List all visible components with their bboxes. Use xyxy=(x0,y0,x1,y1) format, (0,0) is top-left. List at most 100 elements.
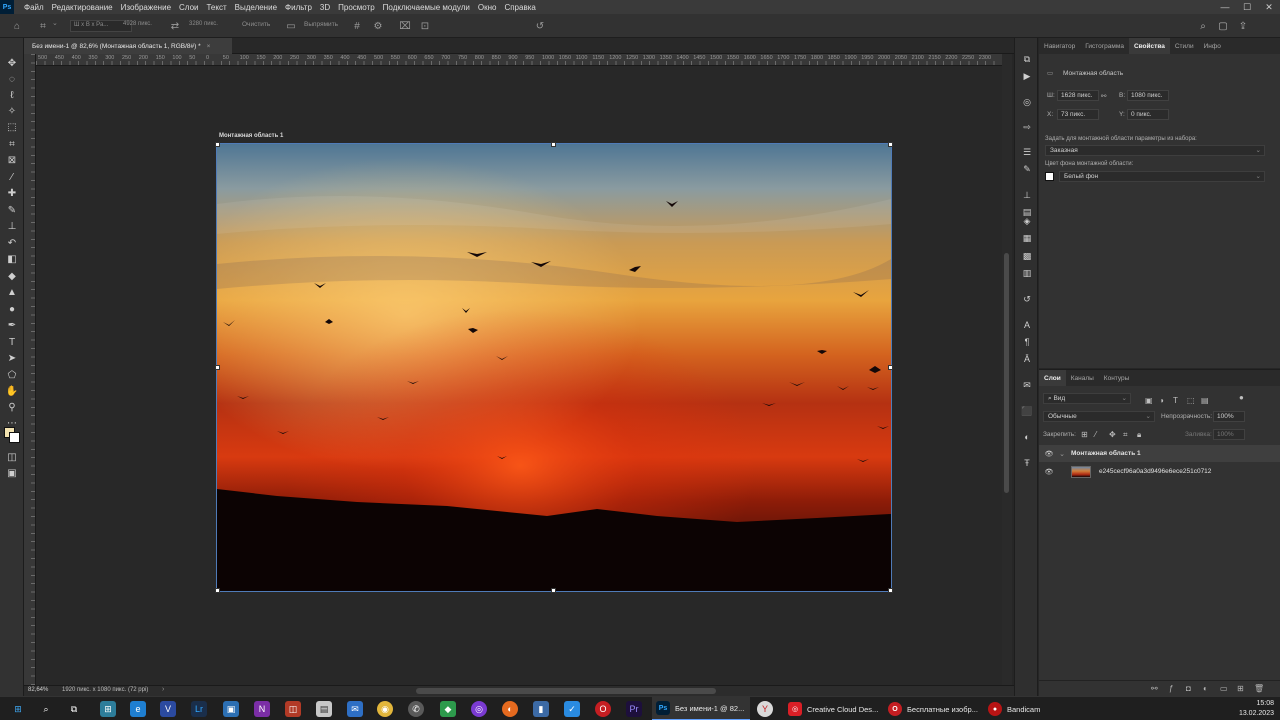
screen-mode-icon[interactable]: ▣ xyxy=(4,466,20,480)
new-group-icon[interactable]: ▭ xyxy=(1220,684,1228,693)
menu-image[interactable]: Изображение xyxy=(117,3,175,12)
delete-layer-icon[interactable]: 🗑︎ xyxy=(1254,684,1264,693)
clear-button[interactable]: Очистить xyxy=(238,20,274,32)
tab-layers[interactable]: Слои xyxy=(1039,370,1066,386)
straighten-icon[interactable]: ▭ xyxy=(284,19,298,33)
link-icon[interactable]: ⚯ xyxy=(1101,92,1106,100)
type-tool-icon[interactable]: T xyxy=(4,335,20,349)
menu-view[interactable]: Просмотр xyxy=(334,3,379,12)
pen-tool-icon[interactable]: ✒ xyxy=(4,318,20,332)
clone-source-icon[interactable]: ⊥ xyxy=(1019,188,1035,202)
onenote-icon[interactable]: N xyxy=(254,701,270,717)
libraries-icon[interactable]: ⧉ xyxy=(1019,52,1035,66)
play-action-icon[interactable]: ▶ xyxy=(1019,69,1035,83)
menu-text[interactable]: Текст xyxy=(202,3,230,12)
visibility-eye-icon[interactable]: 👁︎ xyxy=(1041,450,1057,458)
filter-toggle-icon[interactable]: ● xyxy=(1239,393,1244,402)
mail-icon[interactable]: ✉ xyxy=(347,701,363,717)
layer-row[interactable]: 👁︎ e245cecf96a0a3d9496e6ece251c0712 xyxy=(1039,463,1280,480)
zoom-tool-icon[interactable]: ⚲ xyxy=(4,400,20,414)
lightroom-icon[interactable]: Lr xyxy=(191,701,207,717)
delete-cropped-icon[interactable]: ⌧ xyxy=(398,19,412,33)
menu-3d[interactable]: 3D xyxy=(316,3,334,12)
window-app-icon[interactable]: ▣ xyxy=(223,701,239,717)
3d-icon[interactable]: ◈ xyxy=(1019,214,1035,228)
firefox-icon[interactable]: ◐ xyxy=(502,701,518,717)
brush-tool-icon[interactable]: ✎ xyxy=(4,203,20,217)
lock-transparent-icon[interactable]: ⊞ xyxy=(1081,430,1088,439)
document-tab[interactable]: Без имени-1 @ 82,6% (Монтажная область 1… xyxy=(24,38,232,54)
lock-artboard-icon[interactable]: ⌗ xyxy=(1123,430,1128,440)
quick-mask-icon[interactable]: ◫ xyxy=(4,450,20,464)
task-view-icon[interactable]: ⧉ xyxy=(66,701,82,717)
share-icon[interactable]: ⇪ xyxy=(1236,19,1250,33)
crop-icon[interactable]: ⌗ xyxy=(36,19,50,33)
lock-position-icon[interactable]: ✥ xyxy=(1109,430,1116,439)
move-tool-icon[interactable]: ✥ xyxy=(4,56,20,70)
magic-wand-icon[interactable]: ✧ xyxy=(4,104,20,118)
windows-app-icon[interactable]: ⊞ xyxy=(100,701,116,717)
menu-select[interactable]: Выделение xyxy=(231,3,281,12)
lock-all-icon[interactable]: 🔒︎ xyxy=(1137,430,1141,440)
system-clock[interactable]: 15:08 13.02.2023 xyxy=(1239,699,1274,719)
tab-navigator[interactable]: Навигатор xyxy=(1039,38,1080,54)
artboard-x-input[interactable]: 73 пикс. xyxy=(1057,109,1099,120)
history-brush-icon[interactable]: ↶ xyxy=(4,236,20,250)
close-window-button[interactable]: ✕ xyxy=(1258,0,1280,14)
menu-window[interactable]: Окно xyxy=(474,3,501,12)
search-icon[interactable]: ⌕ xyxy=(1196,19,1210,33)
menu-edit[interactable]: Редактирование xyxy=(48,3,117,12)
v-app-icon[interactable]: V xyxy=(160,701,176,717)
notes-icon[interactable]: ✉ xyxy=(1019,378,1035,392)
eyedropper-icon[interactable]: ⁄ xyxy=(4,170,20,184)
stamp-tool-icon[interactable]: ⊥ xyxy=(4,219,20,233)
status-menu-icon[interactable]: › xyxy=(162,686,164,693)
paint-bucket-icon[interactable]: ◆ xyxy=(4,269,20,283)
chevron-down-icon[interactable]: ⌄ xyxy=(1057,450,1067,458)
color-icon[interactable]: ◐ xyxy=(1019,430,1035,444)
path-select-icon[interactable]: ➤ xyxy=(4,351,20,365)
export-icon[interactable]: ⇨ xyxy=(1019,120,1035,134)
height-input[interactable]: 3280 пикс. xyxy=(186,20,228,32)
swap-icon[interactable]: ⇄ xyxy=(168,19,182,33)
tool-presets-icon[interactable]: ⬛ xyxy=(1019,404,1035,418)
dodge-tool-icon[interactable]: ● xyxy=(4,302,20,316)
taskbar-app-creative-cloud[interactable]: ◎ Creative Cloud Des... xyxy=(784,697,880,720)
media-icon[interactable]: ◎ xyxy=(471,701,487,717)
straighten-button[interactable]: Выпрямить xyxy=(300,20,342,32)
adjustment-layer-icon[interactable]: ◐ xyxy=(1203,684,1208,693)
glyphs-icon[interactable]: Ā xyxy=(1019,352,1035,366)
adjustments-icon[interactable]: ◎ xyxy=(1019,95,1035,109)
zoom-level[interactable]: 82,64% xyxy=(28,687,48,693)
menu-file[interactable]: Файл xyxy=(20,3,48,12)
gear-icon[interactable]: ⚙ xyxy=(371,19,385,33)
yandex-icon[interactable]: Y xyxy=(757,701,773,717)
edge-icon[interactable]: e xyxy=(130,701,146,717)
office-icon[interactable]: ◫ xyxy=(285,701,301,717)
hand-tool-icon[interactable]: ✋ xyxy=(4,384,20,398)
layer-style-icon[interactable]: ƒ xyxy=(1169,684,1173,693)
taskbar-app-browser[interactable]: O Бесплатные изобр... xyxy=(884,697,980,720)
lock-image-icon[interactable]: ⁄ xyxy=(1095,430,1096,439)
chrome-icon[interactable]: ◉ xyxy=(377,701,393,717)
shape-tool-icon[interactable]: ⬠ xyxy=(4,368,20,382)
background-color-swatch[interactable] xyxy=(9,432,20,443)
workspace-icon[interactable]: ▢ xyxy=(1216,19,1230,33)
content-aware-icon[interactable]: ⊡ xyxy=(418,19,432,33)
grid-icon[interactable]: # xyxy=(350,19,364,33)
windows-start-icon[interactable]: ⊞ xyxy=(10,701,26,717)
reset-icon[interactable]: ↺ xyxy=(533,19,547,33)
history-icon[interactable]: ↺ xyxy=(1019,292,1035,306)
swatches-icon[interactable]: ▦ xyxy=(1019,231,1035,245)
tab-properties[interactable]: Свойства xyxy=(1128,38,1170,54)
crop-tool-icon[interactable]: ⌗ xyxy=(4,137,20,151)
menu-layers[interactable]: Слои xyxy=(175,3,202,12)
notes-icon[interactable]: ▮ xyxy=(533,701,549,717)
artboard-handle-right[interactable] xyxy=(888,365,893,370)
artboard-width-input[interactable]: 1628 пикс. xyxy=(1057,90,1099,101)
filter-shape-icon[interactable]: ⬚ xyxy=(1187,396,1195,405)
marquee-tool-icon[interactable]: ◌ xyxy=(4,72,20,86)
horizontal-scrollbar-thumb[interactable] xyxy=(416,688,716,694)
artboard-label[interactable]: Монтажная область 1 xyxy=(219,133,283,139)
healing-brush-icon[interactable]: ✚ xyxy=(4,186,20,200)
